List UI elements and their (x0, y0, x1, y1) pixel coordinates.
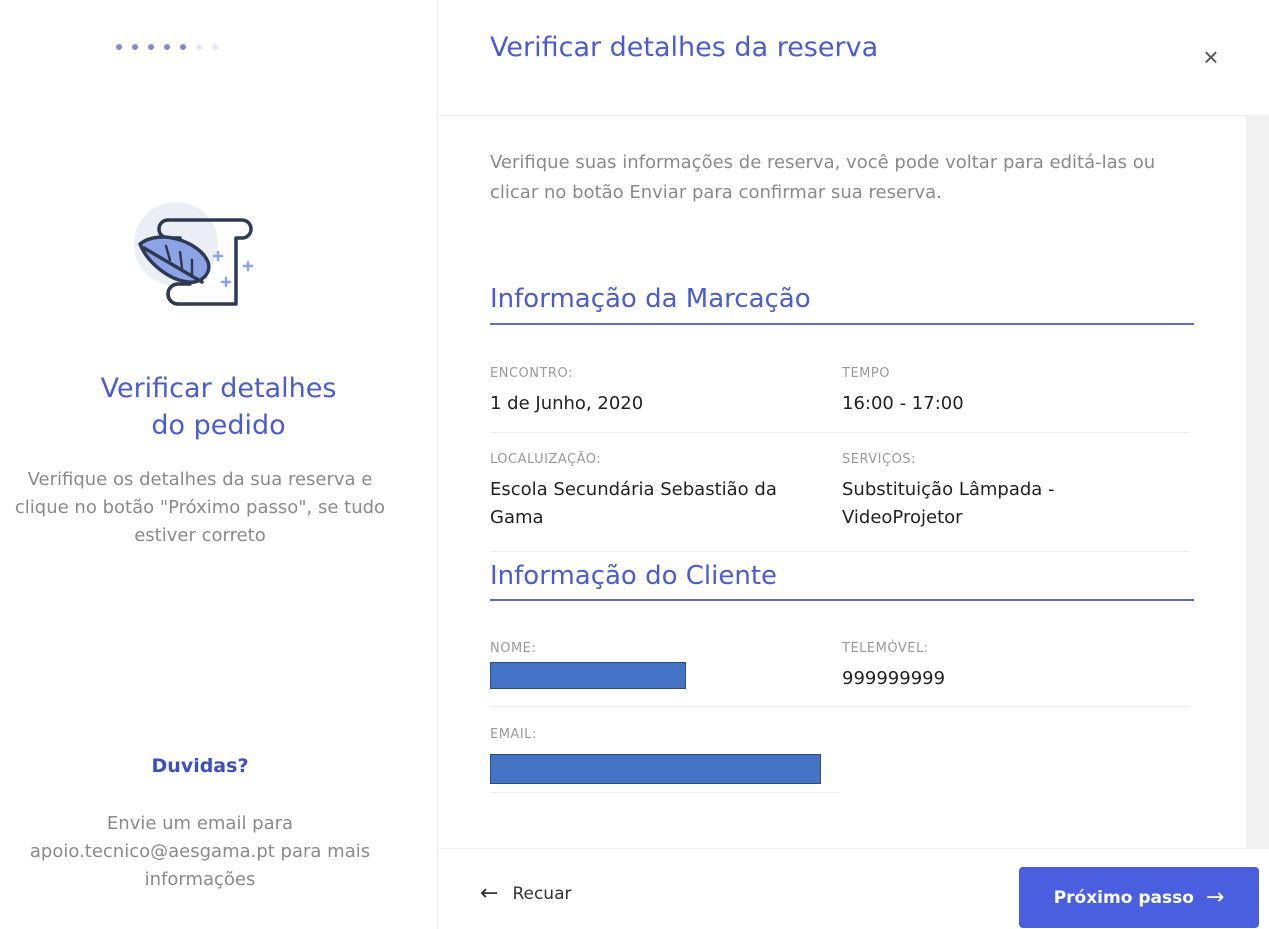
row-divider (490, 432, 1190, 433)
scroll-quill-icon (130, 198, 270, 328)
next-button-label: Próximo passo (1053, 887, 1194, 908)
meeting-label: ENCONTRO: (490, 366, 573, 381)
services-value: Substituição Lâmpada - VideoProjetor (842, 479, 1055, 528)
name-label: NOME: (490, 641, 537, 656)
back-button[interactable]: ← Recuar (480, 881, 572, 906)
step-dot (164, 44, 170, 50)
intro-text: Verifique suas informações de reserva, v… (490, 152, 1156, 203)
footer-divider (438, 848, 1269, 849)
client-section-underline (490, 599, 1194, 601)
services-label: SERVIÇOS: (842, 452, 916, 467)
phone-value: 999999999 (842, 668, 946, 689)
step-dot (212, 44, 218, 50)
client-section-title: Informação do Cliente (490, 561, 778, 591)
time-label: TEMPO (842, 366, 890, 381)
time-value: 16:00 - 17:00 (842, 393, 964, 414)
help-text: Envie um email para apoio.tecnico@aesgam… (29, 813, 371, 890)
step-progress-dots (116, 44, 218, 50)
booking-section-underline (490, 323, 1194, 325)
next-step-button[interactable]: Próximo passo → (1019, 867, 1259, 928)
booking-section-title: Informação da Marcação (490, 284, 811, 314)
location-value: Escola Secundária Sebastião da Gama (490, 479, 777, 528)
row-divider (490, 551, 1190, 552)
arrow-left-icon: ← (480, 881, 499, 906)
sidebar-description: Verifique os detalhes da sua reserva e c… (14, 469, 386, 546)
step-dot (116, 44, 122, 50)
phone-label: TELEMÓVEL: (842, 641, 929, 656)
step-dot (180, 44, 186, 50)
location-label: LOCALUIZAÇÃO: (490, 452, 602, 467)
email-label: EMAIL: (490, 727, 537, 742)
help-title: Duvidas? (151, 755, 249, 777)
sidebar-title: Verificar detalhes do pedido (100, 373, 337, 441)
arrow-right-icon: → (1205, 884, 1225, 910)
scrollbar[interactable] (1246, 116, 1269, 848)
row-divider (490, 792, 840, 793)
close-icon[interactable]: × (1198, 44, 1224, 70)
sidebar: Verificar detalhes do pedido Verifique o… (0, 0, 437, 929)
redacted-name (490, 662, 686, 689)
step-dot (196, 44, 202, 50)
step-dot (148, 44, 154, 50)
redacted-email (490, 754, 821, 784)
row-divider (490, 706, 1190, 707)
back-button-label: Recuar (512, 884, 572, 904)
modal-title: Verificar detalhes da reserva (490, 32, 879, 63)
step-dot (132, 44, 138, 50)
meeting-value: 1 de Junho, 2020 (490, 393, 644, 414)
